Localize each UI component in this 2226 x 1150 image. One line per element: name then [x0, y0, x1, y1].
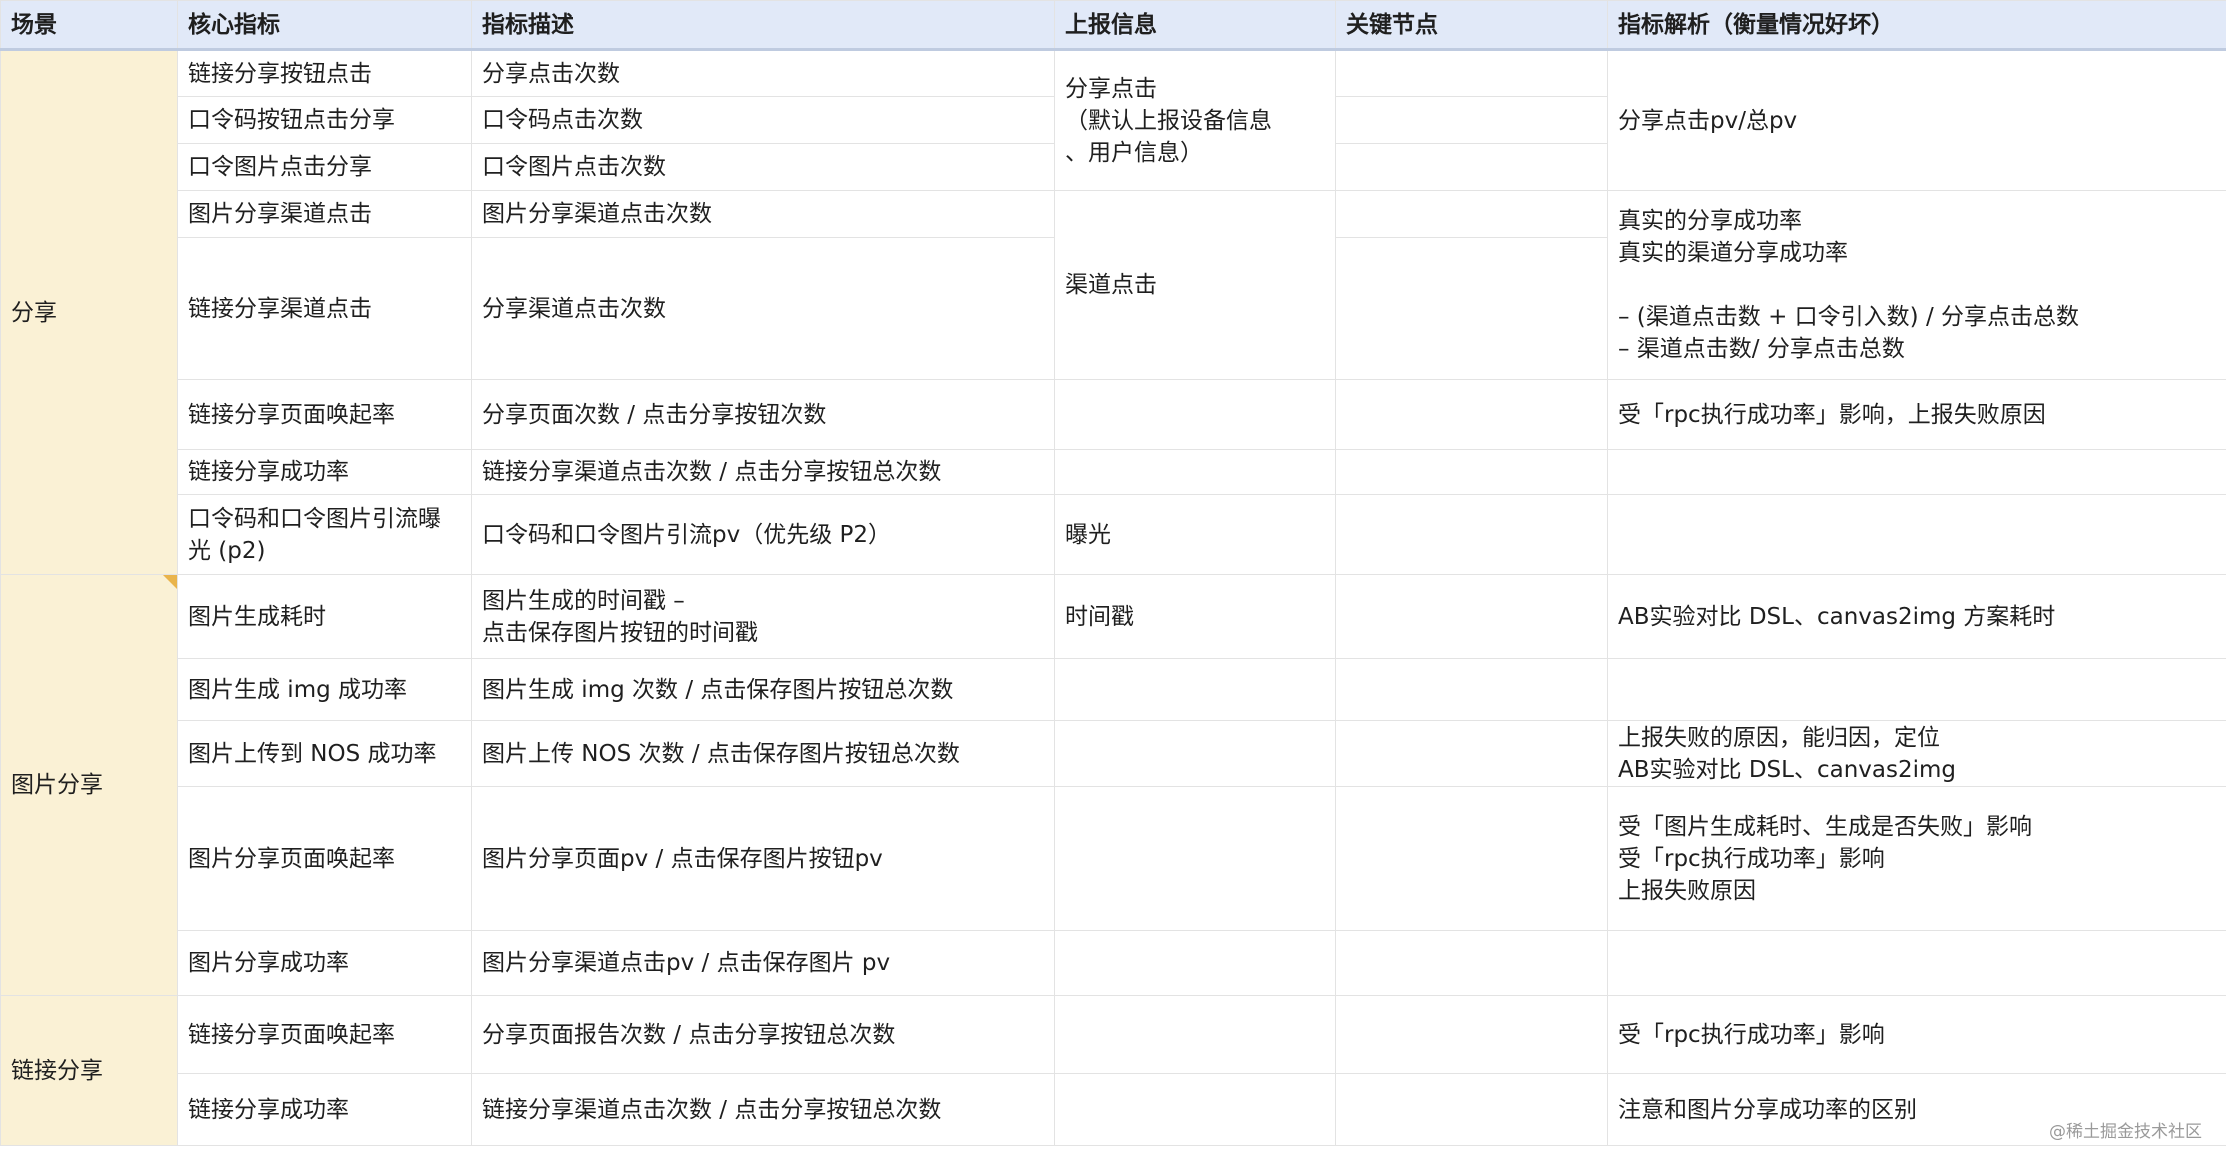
metric-cell[interactable]: 链接分享页面唤起率 — [177, 379, 472, 450]
analysis-cell[interactable]: 受「rpc执行成功率」影响，上报失败原因 — [1607, 379, 2226, 450]
scene-cell-link-share[interactable]: 链接分享 — [0, 995, 178, 1146]
desc-cell[interactable]: 图片分享渠道点击次数 — [471, 190, 1055, 238]
report-cell[interactable] — [1054, 930, 1336, 996]
table-row: 链接分享页面唤起率 分享页面次数 / 点击分享按钮次数 受「rpc执行成功率」影… — [1, 379, 2226, 450]
desc-cell[interactable]: 图片上传 NOS 次数 / 点击保存图片按钮总次数 — [471, 720, 1055, 787]
desc-cell[interactable]: 图片分享渠道点击pv / 点击保存图片 pv — [471, 930, 1055, 996]
report-cell[interactable]: 时间戳 — [1054, 574, 1336, 659]
col-header-metric-desc[interactable]: 指标描述 — [471, 0, 1055, 51]
key-node-cell[interactable] — [1335, 930, 1608, 996]
key-node-cell[interactable] — [1335, 143, 1608, 191]
desc-cell[interactable]: 分享页面次数 / 点击分享按钮次数 — [471, 379, 1055, 450]
report-cell[interactable] — [1054, 379, 1336, 450]
analysis-cell[interactable]: 上报失败的原因，能归因，定位 AB实验对比 DSL、canvas2img — [1607, 720, 2226, 787]
table-row: 图片分享成功率 图片分享渠道点击pv / 点击保存图片 pv — [1, 930, 2226, 996]
col-header-core-metric[interactable]: 核心指标 — [177, 0, 472, 51]
metric-cell[interactable]: 链接分享成功率 — [177, 449, 472, 495]
col-header-analysis[interactable]: 指标解析（衡量情况好坏） — [1607, 0, 2226, 51]
report-cell-channel-click[interactable]: 渠道点击 — [1054, 190, 1336, 380]
col-header-report-info[interactable]: 上报信息 — [1054, 0, 1336, 51]
desc-cell[interactable]: 分享点击次数 — [471, 49, 1055, 97]
analysis-cell[interactable]: 受「图片生成耗时、生成是否失败」影响 受「rpc执行成功率」影响 上报失败原因 — [1607, 786, 2226, 931]
metric-cell[interactable]: 图片生成 img 成功率 — [177, 658, 472, 721]
desc-cell[interactable]: 图片生成的时间戳 – 点击保存图片按钮的时间戳 — [471, 574, 1055, 659]
report-cell[interactable] — [1054, 995, 1336, 1074]
desc-cell[interactable]: 口令码和口令图片引流pv（优先级 P2） — [471, 494, 1055, 575]
scene-cell-share[interactable]: 分享 — [0, 49, 178, 575]
table-row: 链接分享成功率 链接分享渠道点击次数 / 点击分享按钮总次数 注意和图片分享成功… — [1, 1073, 2226, 1146]
key-node-cell[interactable] — [1335, 190, 1608, 238]
scene-cell-image-share[interactable]: 图片分享 — [0, 574, 178, 996]
metric-cell[interactable]: 图片分享页面唤起率 — [177, 786, 472, 931]
table-row: 链接分享 链接分享页面唤起率 分享页面报告次数 / 点击分享按钮总次数 受「rp… — [0, 995, 2226, 1146]
metric-cell[interactable]: 链接分享渠道点击 — [177, 237, 472, 380]
report-cell[interactable] — [1054, 720, 1336, 787]
site-watermark: @稀土掘金技术社区 — [2049, 1122, 2202, 1142]
metric-cell[interactable]: 口令码和口令图片引流曝光 (p2) — [177, 494, 472, 575]
key-node-cell[interactable] — [1335, 658, 1608, 721]
metric-cell[interactable]: 口令码按钮点击分享 — [177, 96, 472, 144]
key-node-cell[interactable] — [1335, 995, 1608, 1074]
table-row: 图片分享渠道点击 图片分享渠道点击次数 渠道点击 真实的分享成功率 真实的渠道分… — [1, 190, 2226, 380]
metric-cell[interactable]: 链接分享页面唤起率 — [177, 995, 472, 1074]
analysis-cell[interactable]: AB实验对比 DSL、canvas2img 方案耗时 — [1607, 574, 2226, 659]
report-cell[interactable] — [1054, 658, 1336, 721]
report-cell[interactable] — [1054, 449, 1336, 495]
report-cell[interactable] — [1054, 1073, 1336, 1146]
col-header-key-node[interactable]: 关键节点 — [1335, 0, 1608, 51]
col-header-scene[interactable]: 场景 — [0, 0, 178, 51]
header-row: 场景 核心指标 指标描述 上报信息 关键节点 指标解析（衡量情况好坏） — [0, 0, 2226, 51]
desc-cell[interactable]: 分享页面报告次数 / 点击分享按钮总次数 — [471, 995, 1055, 1074]
metric-cell[interactable]: 图片上传到 NOS 成功率 — [177, 720, 472, 787]
key-node-cell[interactable] — [1335, 237, 1608, 380]
table-row: 图片分享 图片生成耗时 图片生成的时间戳 – 点击保存图片按钮的时间戳 时间戳 … — [0, 574, 2226, 996]
analysis-cell[interactable]: 受「rpc执行成功率」影响 — [1607, 995, 2226, 1074]
table-row: 图片上传到 NOS 成功率 图片上传 NOS 次数 / 点击保存图片按钮总次数 … — [1, 720, 2226, 787]
desc-cell[interactable]: 口令图片点击次数 — [471, 143, 1055, 191]
comment-indicator-icon[interactable] — [163, 575, 177, 589]
metric-cell[interactable]: 链接分享按钮点击 — [177, 49, 472, 97]
table-row: 图片分享页面唤起率 图片分享页面pv / 点击保存图片按钮pv 受「图片生成耗时… — [1, 786, 2226, 931]
report-cell[interactable]: 曝光 — [1054, 494, 1336, 575]
analysis-cell-share-click[interactable]: 分享点击pv/总pv — [1607, 49, 2226, 191]
key-node-cell[interactable] — [1335, 786, 1608, 931]
key-node-cell[interactable] — [1335, 720, 1608, 787]
key-node-cell[interactable] — [1335, 96, 1608, 144]
key-node-cell[interactable] — [1335, 1073, 1608, 1146]
analysis-cell[interactable] — [1607, 494, 2226, 575]
table-row: 链接分享成功率 链接分享渠道点击次数 / 点击分享按钮总次数 — [1, 449, 2226, 495]
key-node-cell[interactable] — [1335, 49, 1608, 97]
analysis-cell[interactable] — [1607, 658, 2226, 721]
desc-cell[interactable]: 分享渠道点击次数 — [471, 237, 1055, 380]
metric-cell[interactable]: 口令图片点击分享 — [177, 143, 472, 191]
desc-cell[interactable]: 链接分享渠道点击次数 / 点击分享按钮总次数 — [471, 1073, 1055, 1146]
key-node-cell[interactable] — [1335, 494, 1608, 575]
desc-cell[interactable]: 链接分享渠道点击次数 / 点击分享按钮总次数 — [471, 449, 1055, 495]
key-node-cell[interactable] — [1335, 379, 1608, 450]
metric-cell[interactable]: 图片分享渠道点击 — [177, 190, 472, 238]
metric-cell[interactable]: 链接分享成功率 — [177, 1073, 472, 1146]
report-cell[interactable] — [1054, 786, 1336, 931]
desc-cell[interactable]: 图片分享页面pv / 点击保存图片按钮pv — [471, 786, 1055, 931]
table-row: 分享 链接分享按钮点击 分享点击次数 分享点击 （默认上报设备信息 、用户信息）… — [0, 49, 2226, 575]
desc-cell[interactable]: 图片生成 img 次数 / 点击保存图片按钮总次数 — [471, 658, 1055, 721]
desc-cell[interactable]: 口令码点击次数 — [471, 96, 1055, 144]
report-cell-share-click[interactable]: 分享点击 （默认上报设备信息 、用户信息） — [1054, 49, 1336, 191]
key-node-cell[interactable] — [1335, 449, 1608, 495]
metrics-table: 场景 核心指标 指标描述 上报信息 关键节点 指标解析（衡量情况好坏） 分享 链… — [0, 0, 2226, 1146]
key-node-cell[interactable] — [1335, 574, 1608, 659]
table-row: 图片生成 img 成功率 图片生成 img 次数 / 点击保存图片按钮总次数 — [1, 658, 2226, 721]
analysis-cell[interactable] — [1607, 449, 2226, 495]
metric-cell[interactable]: 图片分享成功率 — [177, 930, 472, 996]
analysis-cell-channel[interactable]: 真实的分享成功率 真实的渠道分享成功率 – (渠道点击数 + 口令引入数) / … — [1607, 190, 2226, 380]
table-row: 口令码和口令图片引流曝光 (p2) 口令码和口令图片引流pv（优先级 P2） 曝… — [1, 494, 2226, 575]
metric-cell[interactable]: 图片生成耗时 — [177, 574, 472, 659]
analysis-cell[interactable] — [1607, 930, 2226, 996]
